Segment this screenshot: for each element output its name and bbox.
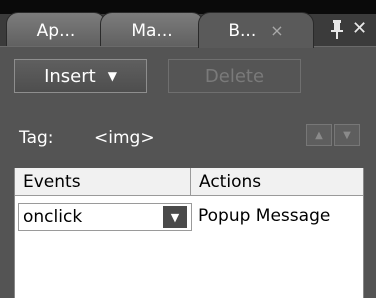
events-column-header[interactable]: Events bbox=[15, 168, 191, 196]
tab-b-label: B... bbox=[228, 20, 257, 41]
tab-ap-label: Ap... bbox=[36, 20, 76, 41]
delete-button: Delete bbox=[168, 59, 301, 93]
tab-ma-label: Ma... bbox=[131, 20, 173, 41]
tag-value: <img> bbox=[94, 128, 155, 148]
move-down-button[interactable]: ▼ bbox=[334, 124, 360, 146]
event-select-value: onclick bbox=[23, 207, 83, 227]
actions-column-header[interactable]: Actions bbox=[191, 168, 363, 196]
action-cell[interactable]: Popup Message bbox=[198, 206, 330, 226]
tab-ma[interactable]: Ma... bbox=[100, 12, 204, 48]
tab-b[interactable]: B... × bbox=[198, 12, 314, 48]
insert-button-label: Insert bbox=[44, 65, 96, 87]
tab-close-icon[interactable]: × bbox=[270, 21, 283, 40]
actions-header-label: Actions bbox=[199, 171, 262, 192]
close-panel-icon[interactable]: ✕ bbox=[352, 20, 367, 38]
tab-ap[interactable]: Ap... bbox=[6, 12, 106, 48]
move-up-button[interactable]: ▲ bbox=[306, 124, 332, 146]
arrow-up-icon: ▲ bbox=[315, 129, 323, 141]
tag-label: Tag: bbox=[19, 128, 54, 148]
chevron-down-icon: ▼ bbox=[107, 69, 117, 83]
delete-button-label: Delete bbox=[204, 65, 265, 87]
arrow-down-icon: ▼ bbox=[343, 129, 351, 141]
pin-icon[interactable] bbox=[330, 20, 344, 40]
insert-button[interactable]: Insert ▼ bbox=[14, 59, 147, 93]
events-header-label: Events bbox=[23, 171, 81, 192]
dropdown-arrow-icon[interactable]: ▼ bbox=[163, 206, 187, 228]
